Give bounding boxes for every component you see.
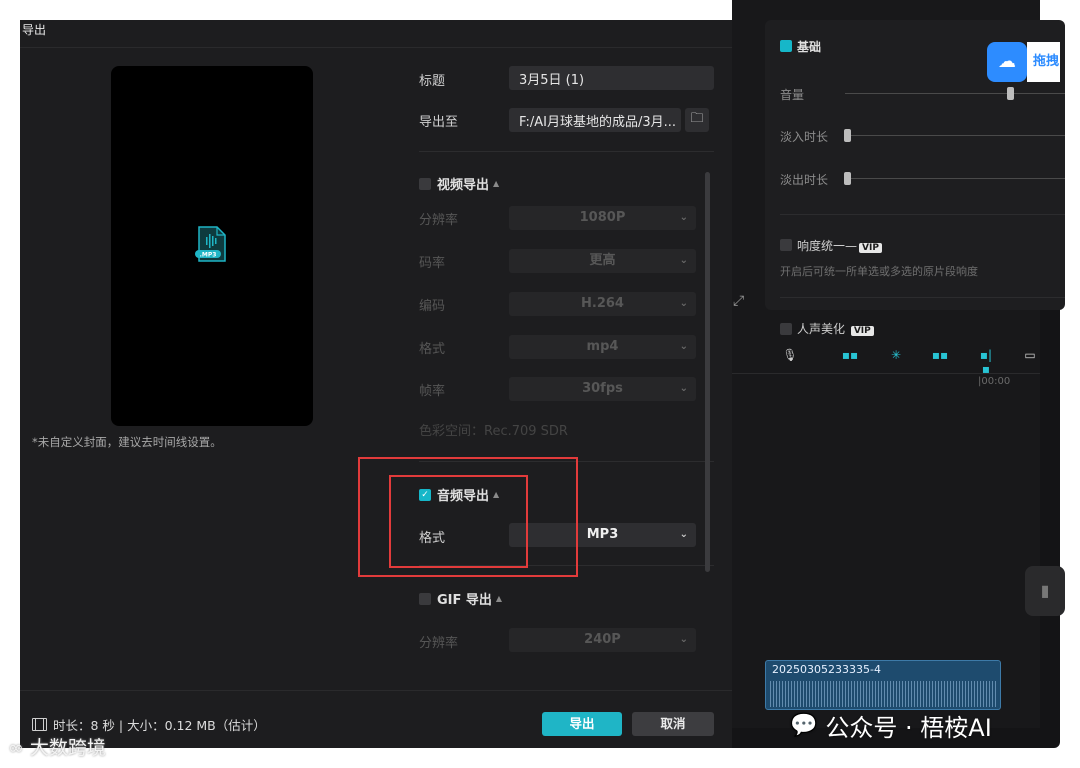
resolution-label: 分辨率 [419,213,459,228]
basic-checkbox[interactable] [780,40,792,52]
gif-export-section: GIF 导出 ▲ [419,589,502,608]
highlight-box-inner [389,475,528,568]
chevron-down-icon: ⌄ [679,383,688,394]
link-icon[interactable]: ▪▪ [930,348,950,362]
export-info: 时长：8 秒 | 大小：0.12 MB（估计） [32,715,266,734]
wechat-icon: 💬 [790,713,818,738]
gif-resolution-label: 分辨率 [419,636,459,651]
format-value: mp4 [586,339,619,354]
cancel-button[interactable]: 取消 [632,712,714,736]
fullscreen-icon[interactable]: ⤢ [733,293,744,309]
chevron-down-icon: ⌄ [679,212,688,223]
export-path-input[interactable]: F:/AI月球基地的成品/3月... [509,108,681,132]
wechat-watermark-text: 公众号 · 梧桉AI [825,714,992,742]
ruler-time: |00:00 [978,376,1011,387]
chevron-down-icon: ⌄ [679,529,688,540]
waveform [770,681,996,707]
loudness-label: 响度统一— VIP [797,237,882,254]
wechat-watermark: 💬 公众号 · 梧桉AI [790,708,992,743]
collapse-icon[interactable]: ▲ [493,179,499,188]
gif-resolution-value: 240P [584,632,621,647]
divider [780,297,1065,298]
bitrate-select[interactable]: 更高 ⌄ [509,249,696,273]
vip-badge: VIP [859,243,882,253]
divider [780,214,1065,215]
film-icon [32,718,47,731]
export-to-label: 导出至 [419,115,459,130]
timeline-ruler: |00:00 [732,374,1040,388]
baidu-netdisk-icon[interactable]: ☁ [987,42,1027,82]
video-export-checkbox[interactable] [419,177,431,190]
codec-value: H.264 [581,296,624,311]
timeline-toolbar: 🎙 ▪▪ ✳ ▪▪ ▪|▪ ▭ [732,338,1040,376]
cover-preview: .MP3 [111,66,313,426]
resolution-select[interactable]: 1080P ⌄ [509,206,696,230]
color-space-label: 色彩空间：Rec.709 SDR [419,424,568,439]
audio-clip[interactable]: 20250305233335-4 [765,660,1001,710]
voice-checkbox[interactable] [780,323,792,335]
gif-export-checkbox[interactable] [419,592,431,605]
dialog-footer: 时长：8 秒 | 大小：0.12 MB（估计） 导出 取消 [20,690,732,748]
preview-axis-icon[interactable]: ▭ [1020,348,1040,362]
audio-format-value: MP3 [586,527,619,542]
fade-out-slider-track[interactable] [845,178,1065,179]
fade-in-slider-knob[interactable] [844,129,851,142]
cover-note: *未自定义封面，建议去时间线设置。 [32,435,222,449]
resolution-value: 1080P [579,210,626,225]
chevron-down-icon: ⌄ [679,255,688,266]
dialog-title: 导出 [20,20,732,48]
divider [419,151,714,152]
vip-badge: VIP [850,326,874,336]
basic-label: 基础 [797,40,822,54]
title-input[interactable]: 3月5日 (1) [509,66,714,90]
clip-name: 20250305233335-4 [772,663,881,676]
export-dialog: 导出 .MP3 *未自定义封面，建议去时间线设置。 标题 3月5日 (1) 导出… [20,20,732,748]
scrollbar[interactable] [705,172,710,572]
chevron-down-icon: ⌄ [679,298,688,309]
folder-icon[interactable]: 🗀 [685,108,709,132]
video-export-section: 视频导出 ▲ [419,174,499,193]
fade-in-slider-track[interactable] [845,135,1065,136]
chevron-down-icon: ⌄ [679,341,688,352]
bottom-left-watermark-text: 大数跨境 [29,737,106,759]
framerate-label: 帧率 [419,384,446,399]
mp3-file-icon: .MP3 [195,226,226,262]
volume-slider-knob[interactable] [1007,87,1014,100]
split-icon[interactable]: ▪▪ [840,348,860,362]
title-label: 标题 [419,74,446,89]
side-panel-button[interactable]: ▮ [1025,566,1065,616]
microphone-icon[interactable]: 🎙 [780,348,800,362]
loudness-checkbox[interactable] [780,239,792,251]
framerate-select[interactable]: 30fps ⌄ [509,377,696,401]
gif-export-label: GIF 导出 [437,593,492,608]
loudness-description: 开启后可统一所单选或多选的原片段响度 [780,265,978,278]
drag-hint: 拖拽 [1027,42,1060,82]
format-label: 格式 [419,342,446,357]
volume-label: 音量 [780,88,805,102]
voice-beautify-label: 人声美化 VIP [797,320,874,337]
gif-resolution-select[interactable]: 240P ⌄ [509,628,696,652]
align-icon[interactable]: ▪|▪ [976,348,996,376]
collapse-icon[interactable]: ▲ [496,594,502,603]
volume-slider-track[interactable] [845,93,1065,94]
chevron-down-icon: ⌄ [679,634,688,645]
fade-in-label: 淡入时长 [780,130,829,144]
framerate-value: 30fps [582,381,623,396]
format-select[interactable]: mp4 ⌄ [509,335,696,359]
codec-label: 编码 [419,299,446,314]
video-export-label: 视频导出 [437,178,490,193]
bottom-left-watermark: ∞ 大数跨境 [8,737,106,759]
fade-out-label: 淡出时长 [780,173,829,187]
codec-select[interactable]: H.264 ⌄ [509,292,696,316]
auto-snap-icon[interactable]: ✳ [886,348,906,362]
duration-size-text: 时长：8 秒 | 大小：0.12 MB（估计） [53,718,266,733]
bitrate-label: 码率 [419,256,446,271]
fade-out-slider-knob[interactable] [844,172,851,185]
mp3-icon-label: .MP3 [200,252,217,259]
export-button[interactable]: 导出 [542,712,622,736]
bitrate-value: 更高 [589,253,616,268]
